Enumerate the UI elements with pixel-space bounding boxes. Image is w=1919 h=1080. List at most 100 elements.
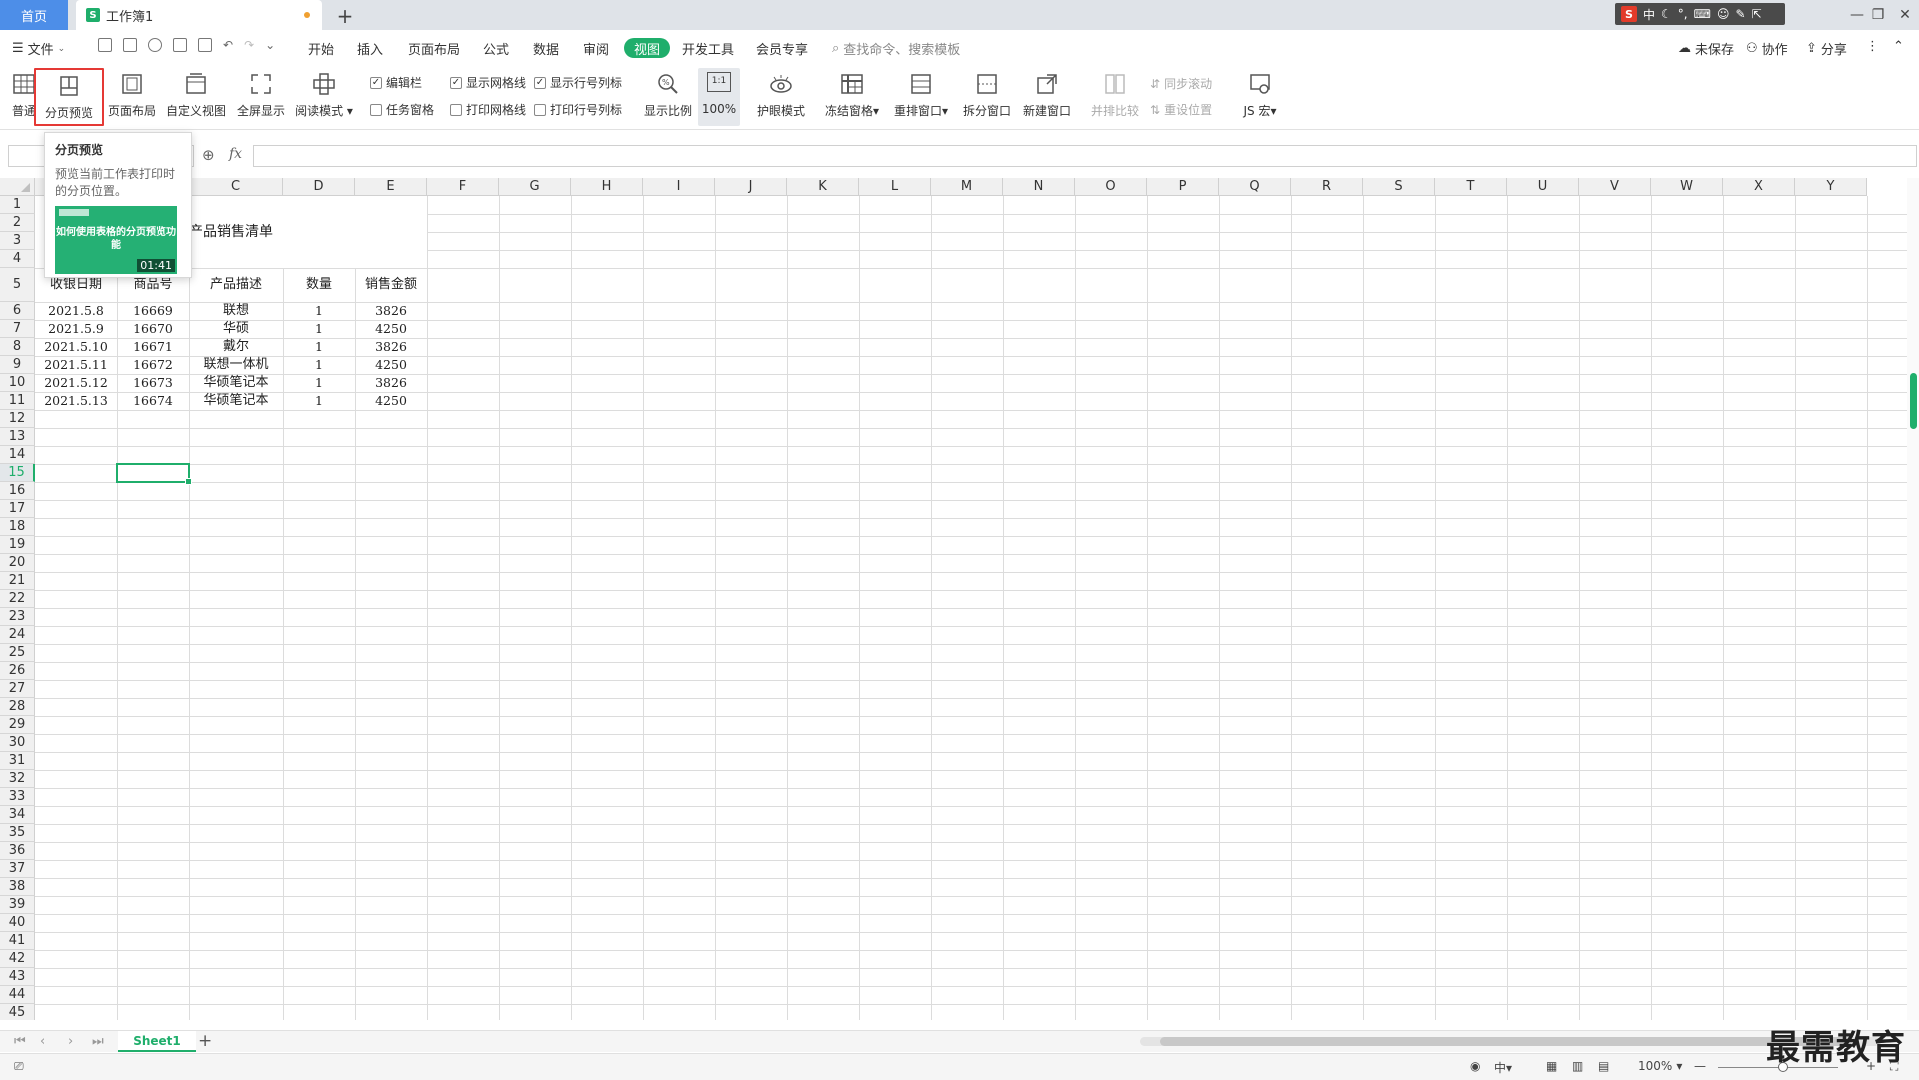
- menu-developer[interactable]: 开发工具: [682, 39, 734, 58]
- row-header[interactable]: 24: [0, 626, 35, 644]
- undo-icon[interactable]: ↶: [223, 38, 233, 52]
- select-all-corner[interactable]: [0, 178, 35, 196]
- fullscreen-button[interactable]: 全屏显示: [234, 68, 288, 126]
- macro-record-icon[interactable]: ⎚: [14, 1059, 24, 1074]
- horizontal-scroll-thumb[interactable]: [1160, 1037, 1850, 1046]
- column-header[interactable]: J: [715, 178, 787, 196]
- row-header[interactable]: 44: [0, 986, 35, 1004]
- row-header[interactable]: 35: [0, 824, 35, 842]
- table-cell[interactable]: 华硕笔记本: [189, 392, 283, 410]
- checkbox-show-grid[interactable]: ✓ 显示网格线: [450, 74, 526, 91]
- restore-button[interactable]: ❐: [1866, 3, 1890, 27]
- table-cell[interactable]: 联想: [189, 302, 283, 320]
- table-cell[interactable]: 16672: [117, 356, 189, 374]
- menu-formulas[interactable]: 公式: [483, 39, 509, 58]
- zoom-search-icon[interactable]: ⊕: [202, 146, 215, 164]
- column-header[interactable]: X: [1723, 178, 1795, 196]
- unsaved-button[interactable]: ☁ 未保存: [1678, 39, 1734, 58]
- menu-view[interactable]: 视图: [624, 38, 671, 58]
- command-search[interactable]: ⌕ 查找命令、搜索模板: [832, 39, 960, 58]
- table-cell[interactable]: 1: [283, 356, 355, 374]
- collapse-ribbon-icon[interactable]: ⌃: [1893, 39, 1904, 54]
- table-cell[interactable]: 16669: [117, 302, 189, 320]
- print-preview-icon[interactable]: [198, 38, 212, 52]
- row-header[interactable]: 16: [0, 482, 35, 500]
- side-by-side-button[interactable]: 并排比较: [1088, 68, 1142, 126]
- last-sheet-icon[interactable]: ⏭: [92, 1034, 104, 1049]
- column-header[interactable]: I: [643, 178, 715, 196]
- new-file-icon[interactable]: [98, 38, 112, 52]
- table-cell[interactable]: 3826: [355, 302, 427, 320]
- table-cell[interactable]: 4250: [355, 392, 427, 410]
- row-header[interactable]: 34: [0, 806, 35, 824]
- row-header[interactable]: 14: [0, 446, 35, 464]
- column-header[interactable]: N: [1003, 178, 1075, 196]
- checkbox-print-grid[interactable]: 打印网格线: [450, 101, 526, 118]
- row-header[interactable]: 1: [0, 196, 35, 214]
- page-break-view-icon[interactable]: ▤: [1598, 1059, 1609, 1073]
- reset-position-button[interactable]: ⇅ 重设位置: [1150, 101, 1212, 118]
- row-header[interactable]: 27: [0, 680, 35, 698]
- row-header[interactable]: 20: [0, 554, 35, 572]
- table-cell[interactable]: 联想一体机: [189, 356, 283, 374]
- table-header-cell[interactable]: 数量: [283, 268, 355, 302]
- tab-home[interactable]: 首页: [0, 0, 68, 30]
- add-sheet-button[interactable]: +: [198, 1031, 212, 1051]
- formula-input[interactable]: [253, 145, 1917, 167]
- row-header[interactable]: 28: [0, 698, 35, 716]
- row-header[interactable]: 10: [0, 374, 35, 392]
- print-icon[interactable]: [173, 38, 187, 52]
- row-header[interactable]: 33: [0, 788, 35, 806]
- new-tab-button[interactable]: +: [334, 4, 356, 28]
- file-menu[interactable]: ☰ 文件 ⌄: [12, 39, 65, 58]
- column-header[interactable]: Q: [1219, 178, 1291, 196]
- share-button[interactable]: ⇪ 分享: [1806, 39, 1847, 58]
- row-header[interactable]: 36: [0, 842, 35, 860]
- row-header[interactable]: 9: [0, 356, 35, 374]
- menu-page-layout[interactable]: 页面布局: [408, 39, 460, 58]
- row-header[interactable]: 30: [0, 734, 35, 752]
- table-cell[interactable]: 2021.5.8: [35, 302, 117, 320]
- close-button[interactable]: ✕: [1893, 3, 1917, 27]
- tab-document[interactable]: S 工作簿1: [76, 0, 322, 30]
- arrange-windows-button[interactable]: 重排窗口▾: [890, 68, 952, 126]
- eye-mode-icon[interactable]: ◉: [1470, 1059, 1480, 1073]
- table-cell[interactable]: 1: [283, 374, 355, 392]
- tutorial-video-thumbnail[interactable]: 如何使用表格的分页预览功能 01:41: [55, 206, 177, 274]
- table-cell[interactable]: 4250: [355, 356, 427, 374]
- table-cell[interactable]: 1: [283, 320, 355, 338]
- menu-start[interactable]: 开始: [308, 39, 334, 58]
- page-layout-view-icon[interactable]: ▥: [1572, 1059, 1583, 1073]
- ime-language[interactable]: 中: [1643, 6, 1655, 23]
- row-header[interactable]: 23: [0, 608, 35, 626]
- more-menu-icon[interactable]: ⋮: [1866, 39, 1879, 54]
- table-cell[interactable]: 华硕笔记本: [189, 374, 283, 392]
- table-cell[interactable]: 4250: [355, 320, 427, 338]
- row-header[interactable]: 15: [0, 464, 35, 482]
- ime-toolbar[interactable]: S 中 ☾ °, ⌨ ☺ ✎ ⇱: [1615, 3, 1785, 25]
- row-header[interactable]: 40: [0, 914, 35, 932]
- checkbox-show-headers[interactable]: ✓ 显示行号列标: [534, 74, 622, 91]
- js-macro-button[interactable]: JS 宏▾: [1236, 68, 1284, 126]
- row-header[interactable]: 31: [0, 752, 35, 770]
- input-method-icon[interactable]: 中▾: [1494, 1059, 1512, 1076]
- menu-review[interactable]: 审阅: [583, 39, 609, 58]
- row-header[interactable]: 25: [0, 644, 35, 662]
- punctuation-icon[interactable]: °,: [1678, 7, 1688, 21]
- sheet-tab-sheet1[interactable]: Sheet1: [118, 1031, 196, 1052]
- row-header[interactable]: 29: [0, 716, 35, 734]
- table-cell[interactable]: 2021.5.11: [35, 356, 117, 374]
- function-icon[interactable]: fx: [229, 146, 242, 162]
- row-header[interactable]: 17: [0, 500, 35, 518]
- reading-mode-button[interactable]: 阅读模式 ▾: [294, 68, 354, 126]
- column-header[interactable]: G: [499, 178, 571, 196]
- row-header[interactable]: 3: [0, 232, 35, 250]
- first-sheet-icon[interactable]: ⏮: [14, 1034, 26, 1049]
- new-window-button[interactable]: 新建窗口: [1020, 68, 1074, 126]
- table-cell[interactable]: 2021.5.13: [35, 392, 117, 410]
- table-cell[interactable]: 2021.5.9: [35, 320, 117, 338]
- table-cell[interactable]: 3826: [355, 338, 427, 356]
- zoom-out-button[interactable]: —: [1694, 1059, 1706, 1073]
- keyboard-icon[interactable]: ⌨: [1694, 7, 1711, 21]
- table-cell[interactable]: 16670: [117, 320, 189, 338]
